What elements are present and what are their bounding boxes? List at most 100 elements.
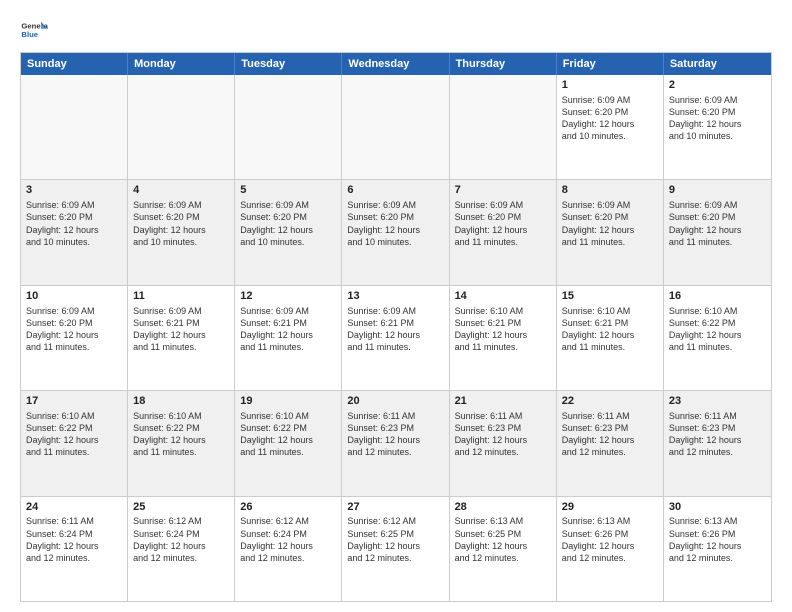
cell-info: Sunset: 6:24 PM: [240, 528, 336, 540]
cell-info: Sunset: 6:20 PM: [562, 106, 658, 118]
cell-info: and 11 minutes.: [455, 236, 551, 248]
cell-info: and 11 minutes.: [133, 446, 229, 458]
cell-info: and 11 minutes.: [26, 341, 122, 353]
cell-info: Sunset: 6:21 PM: [562, 317, 658, 329]
day-number: 30: [669, 500, 766, 515]
cell-info: Daylight: 12 hours: [562, 434, 658, 446]
calendar: SundayMondayTuesdayWednesdayThursdayFrid…: [20, 52, 772, 602]
cell-info: Daylight: 12 hours: [240, 224, 336, 236]
cell-info: and 12 minutes.: [455, 552, 551, 564]
cell-info: and 11 minutes.: [26, 446, 122, 458]
cell-info: Daylight: 12 hours: [133, 329, 229, 341]
cell-info: and 12 minutes.: [562, 552, 658, 564]
calendar-cell: [21, 75, 128, 179]
day-number: 11: [133, 289, 229, 304]
day-number: 3: [26, 183, 122, 198]
cell-info: Sunset: 6:20 PM: [562, 211, 658, 223]
cell-info: Daylight: 12 hours: [669, 540, 766, 552]
cell-info: Sunset: 6:22 PM: [133, 422, 229, 434]
cell-info: Daylight: 12 hours: [455, 329, 551, 341]
calendar-cell: 26Sunrise: 6:12 AMSunset: 6:24 PMDayligh…: [235, 497, 342, 601]
cell-info: Sunrise: 6:09 AM: [133, 305, 229, 317]
cell-info: and 10 minutes.: [669, 130, 766, 142]
calendar-row: 10Sunrise: 6:09 AMSunset: 6:20 PMDayligh…: [21, 286, 771, 391]
cell-info: Daylight: 12 hours: [562, 329, 658, 341]
day-number: 8: [562, 183, 658, 198]
cell-info: Daylight: 12 hours: [240, 434, 336, 446]
logo-icon: General Blue: [20, 16, 48, 44]
calendar-cell: 29Sunrise: 6:13 AMSunset: 6:26 PMDayligh…: [557, 497, 664, 601]
cell-info: Sunrise: 6:09 AM: [347, 199, 443, 211]
cell-info: Sunrise: 6:12 AM: [347, 515, 443, 527]
calendar-cell: 8Sunrise: 6:09 AMSunset: 6:20 PMDaylight…: [557, 180, 664, 284]
cell-info: Sunrise: 6:09 AM: [562, 199, 658, 211]
calendar-cell: 4Sunrise: 6:09 AMSunset: 6:20 PMDaylight…: [128, 180, 235, 284]
cell-info: Sunset: 6:25 PM: [455, 528, 551, 540]
cell-info: Sunrise: 6:11 AM: [26, 515, 122, 527]
cell-info: Sunrise: 6:09 AM: [347, 305, 443, 317]
calendar-cell: 7Sunrise: 6:09 AMSunset: 6:20 PMDaylight…: [450, 180, 557, 284]
cell-info: Sunset: 6:21 PM: [347, 317, 443, 329]
cell-info: Sunset: 6:22 PM: [26, 422, 122, 434]
cell-info: Sunset: 6:23 PM: [669, 422, 766, 434]
cell-info: Sunset: 6:20 PM: [240, 211, 336, 223]
cell-info: Sunrise: 6:11 AM: [455, 410, 551, 422]
day-number: 14: [455, 289, 551, 304]
svg-text:Blue: Blue: [21, 30, 38, 39]
calendar-cell: 1Sunrise: 6:09 AMSunset: 6:20 PMDaylight…: [557, 75, 664, 179]
calendar-row: 3Sunrise: 6:09 AMSunset: 6:20 PMDaylight…: [21, 180, 771, 285]
calendar-cell: 6Sunrise: 6:09 AMSunset: 6:20 PMDaylight…: [342, 180, 449, 284]
calendar-cell: 28Sunrise: 6:13 AMSunset: 6:25 PMDayligh…: [450, 497, 557, 601]
cell-info: Sunrise: 6:10 AM: [26, 410, 122, 422]
cell-info: Sunset: 6:21 PM: [240, 317, 336, 329]
cell-info: Sunset: 6:26 PM: [669, 528, 766, 540]
header: General Blue: [20, 16, 772, 44]
day-number: 5: [240, 183, 336, 198]
cell-info: Daylight: 12 hours: [133, 224, 229, 236]
cell-info: Daylight: 12 hours: [669, 118, 766, 130]
cell-info: Sunset: 6:20 PM: [26, 211, 122, 223]
day-number: 2: [669, 78, 766, 93]
cell-info: Sunrise: 6:11 AM: [347, 410, 443, 422]
cell-info: Sunset: 6:20 PM: [133, 211, 229, 223]
cell-info: Sunrise: 6:09 AM: [669, 94, 766, 106]
cell-info: and 10 minutes.: [562, 130, 658, 142]
day-number: 19: [240, 394, 336, 409]
day-number: 23: [669, 394, 766, 409]
cell-info: and 12 minutes.: [347, 446, 443, 458]
cell-info: Sunrise: 6:09 AM: [562, 94, 658, 106]
calendar-header-cell: Monday: [128, 53, 235, 75]
cell-info: Daylight: 12 hours: [347, 434, 443, 446]
calendar-header-cell: Sunday: [21, 53, 128, 75]
cell-info: and 11 minutes.: [133, 341, 229, 353]
cell-info: Sunrise: 6:13 AM: [562, 515, 658, 527]
calendar-cell: 22Sunrise: 6:11 AMSunset: 6:23 PMDayligh…: [557, 391, 664, 495]
day-number: 13: [347, 289, 443, 304]
calendar-header-cell: Thursday: [450, 53, 557, 75]
cell-info: Daylight: 12 hours: [347, 540, 443, 552]
logo: General Blue: [20, 16, 48, 44]
day-number: 10: [26, 289, 122, 304]
calendar-cell: 5Sunrise: 6:09 AMSunset: 6:20 PMDaylight…: [235, 180, 342, 284]
calendar-cell: 11Sunrise: 6:09 AMSunset: 6:21 PMDayligh…: [128, 286, 235, 390]
day-number: 18: [133, 394, 229, 409]
cell-info: Daylight: 12 hours: [347, 329, 443, 341]
cell-info: Daylight: 12 hours: [455, 224, 551, 236]
cell-info: Daylight: 12 hours: [669, 224, 766, 236]
cell-info: Daylight: 12 hours: [347, 224, 443, 236]
cell-info: and 12 minutes.: [455, 446, 551, 458]
calendar-cell: 9Sunrise: 6:09 AMSunset: 6:20 PMDaylight…: [664, 180, 771, 284]
cell-info: and 11 minutes.: [240, 446, 336, 458]
cell-info: Sunrise: 6:13 AM: [455, 515, 551, 527]
cell-info: Sunset: 6:24 PM: [133, 528, 229, 540]
page: General Blue SundayMondayTuesdayWednesda…: [0, 0, 792, 612]
cell-info: Sunset: 6:23 PM: [455, 422, 551, 434]
day-number: 29: [562, 500, 658, 515]
cell-info: Daylight: 12 hours: [26, 434, 122, 446]
cell-info: Sunset: 6:20 PM: [669, 106, 766, 118]
cell-info: Sunset: 6:21 PM: [455, 317, 551, 329]
calendar-cell: 15Sunrise: 6:10 AMSunset: 6:21 PMDayligh…: [557, 286, 664, 390]
calendar-header-cell: Wednesday: [342, 53, 449, 75]
day-number: 24: [26, 500, 122, 515]
cell-info: Sunset: 6:24 PM: [26, 528, 122, 540]
